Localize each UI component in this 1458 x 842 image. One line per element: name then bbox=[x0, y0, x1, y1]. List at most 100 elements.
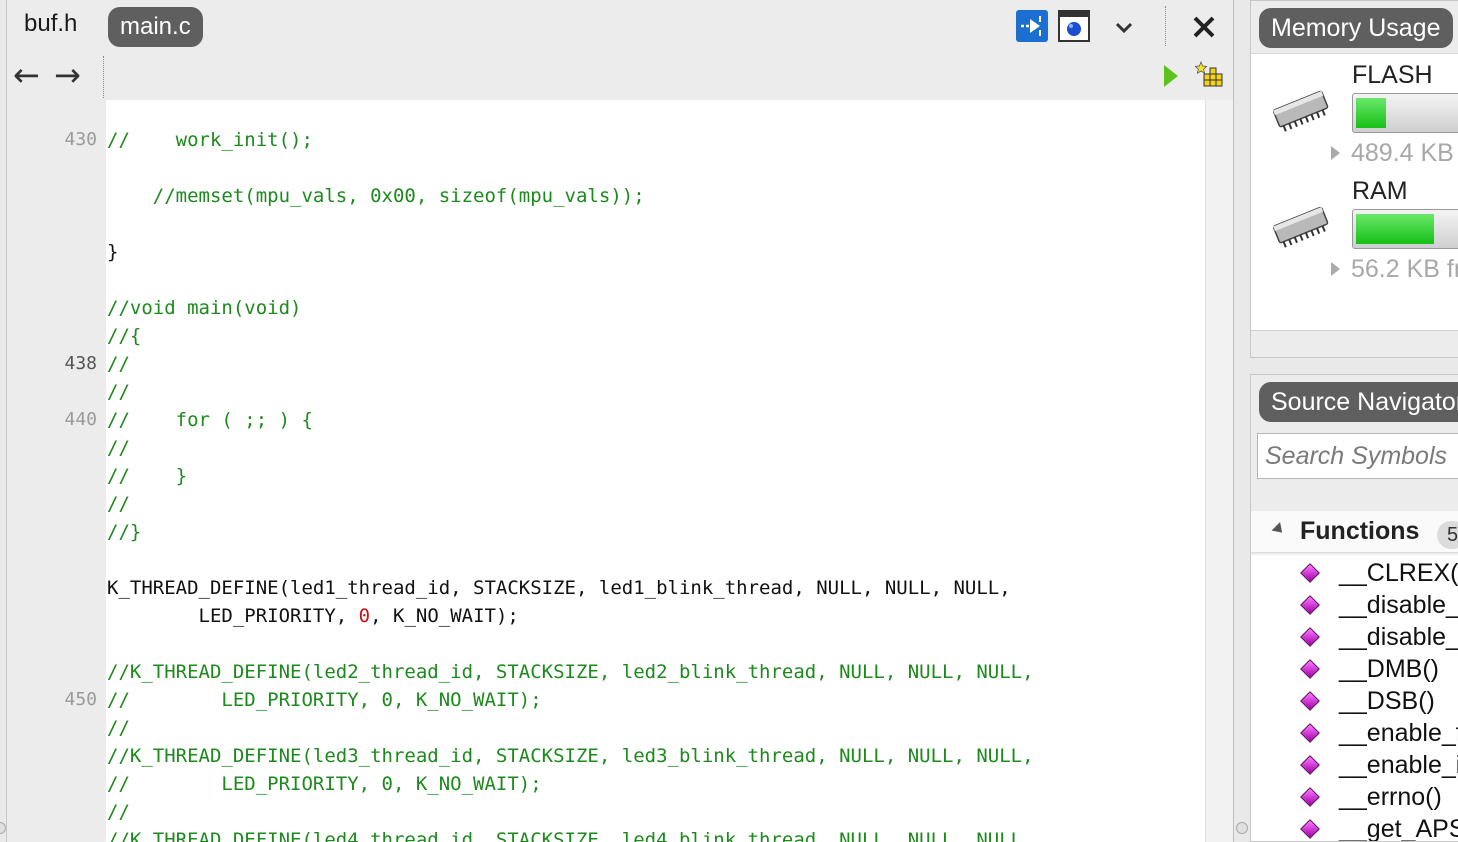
back-arrow-icon[interactable]: ← bbox=[13, 58, 40, 92]
code-line: //K_THREAD_DEFINE(led3_thread_id, STACKS… bbox=[7, 742, 1205, 770]
line-number: 440 bbox=[64, 409, 97, 430]
code-text: // } bbox=[107, 462, 187, 490]
function-label: __DSB() bbox=[1339, 686, 1435, 715]
line-number: 438 bbox=[64, 353, 97, 374]
code-line: // LED_PRIORITY, 0, K_NO_WAIT); bbox=[7, 770, 1205, 798]
flash-usage-bar bbox=[1352, 93, 1458, 133]
search-symbols-field[interactable] bbox=[1257, 433, 1458, 479]
ram-free-text: 56.2 KB free bbox=[1351, 255, 1458, 283]
navigation-bar: ← → bbox=[7, 52, 1233, 100]
tab-bar: buf.h main.c bbox=[7, 0, 1233, 52]
collapse-triangle-icon[interactable] bbox=[1271, 522, 1287, 537]
code-text: // for ( ;; ) { bbox=[107, 406, 313, 434]
flash-usage-fill bbox=[1356, 98, 1386, 128]
close-icon[interactable] bbox=[1188, 11, 1220, 43]
code-line: // bbox=[7, 714, 1205, 742]
code-text: // work_init(); bbox=[107, 126, 313, 154]
code-line: //K_THREAD_DEFINE(led2_thread_id, STACKS… bbox=[7, 658, 1205, 686]
search-symbols-input[interactable] bbox=[1258, 434, 1458, 478]
code-line: 440 // for ( ;; ) { bbox=[7, 406, 1205, 434]
breakpoint-window-icon[interactable] bbox=[1058, 10, 1090, 42]
code-line: LED_PRIORITY, 0, K_NO_WAIT); bbox=[7, 602, 1205, 630]
code-line: //memset(mpu_vals, 0x00, sizeof(mpu_vals… bbox=[7, 182, 1205, 210]
chevron-down-icon[interactable] bbox=[1108, 11, 1140, 43]
code-text: //K_THREAD_DEFINE(led2_thread_id, STACKS… bbox=[107, 658, 1034, 686]
code-text: K_THREAD_DEFINE(led1_thread_id, STACKSIZ… bbox=[107, 574, 1011, 602]
functions-section-title: Functions bbox=[1300, 517, 1420, 545]
function-item[interactable]: __get_APSR() bbox=[1300, 813, 1458, 841]
code-comment: //void main(void) bbox=[107, 297, 302, 319]
source-navigator-title[interactable]: Source Navigator bbox=[1259, 382, 1458, 422]
line-number: 430 bbox=[64, 129, 97, 150]
disclosure-triangle-icon[interactable] bbox=[1331, 262, 1340, 276]
chip-icon bbox=[1273, 90, 1329, 132]
code-comment: // for ( ;; ) { bbox=[107, 409, 313, 431]
code-line: // } bbox=[7, 462, 1205, 490]
code-text: // bbox=[107, 350, 130, 378]
function-diamond-icon bbox=[1300, 819, 1320, 839]
code-text: //void main(void) bbox=[107, 294, 301, 322]
flash-free-text: 489.4 KB free bbox=[1351, 139, 1458, 167]
code-text: // LED_PRIORITY, 0, K_NO_WAIT); bbox=[107, 770, 542, 798]
code-comment: // bbox=[107, 353, 130, 375]
code-comment: //K_THREAD_DEFINE(led3_thread_id, STACKS… bbox=[107, 745, 1034, 767]
memory-usage-body: FLASH 489.4 KB free RAM 56.2 KB free bbox=[1251, 53, 1458, 331]
function-item[interactable]: __enable_fault_irq() bbox=[1300, 717, 1458, 749]
line-number: 450 bbox=[64, 689, 97, 710]
code-line: // bbox=[7, 798, 1205, 826]
function-diamond-icon bbox=[1300, 787, 1320, 807]
code-comment: //{ bbox=[107, 325, 142, 347]
functions-section-header[interactable]: Functions 5 bbox=[1251, 511, 1458, 553]
code-text: // bbox=[107, 714, 130, 742]
memory-usage-title[interactable]: Memory Usage bbox=[1259, 8, 1453, 48]
code-number: 0 bbox=[358, 605, 371, 627]
source-navigator-panel: Source Navigator Functions 5 __CLREX()__… bbox=[1250, 374, 1458, 842]
code-text: //memset(mpu_vals, 0x00, sizeof(mpu_vals… bbox=[107, 182, 645, 210]
code-token: } bbox=[107, 241, 119, 263]
pane-resize-handle[interactable] bbox=[1236, 822, 1248, 834]
function-label: __enable_irq() bbox=[1339, 750, 1458, 779]
code-line: //{ bbox=[7, 322, 1205, 350]
code-text: } bbox=[107, 238, 118, 266]
code-comment: // LED_PRIORITY, 0, K_NO_WAIT); bbox=[107, 773, 542, 795]
tab-main-c[interactable]: main.c bbox=[108, 7, 203, 47]
code-line: //} bbox=[7, 518, 1205, 546]
step-into-icon[interactable] bbox=[1016, 10, 1048, 42]
play-icon[interactable] bbox=[1154, 60, 1186, 92]
code-comment: // bbox=[107, 381, 130, 403]
function-item[interactable]: __errno() bbox=[1300, 781, 1442, 813]
function-diamond-icon bbox=[1300, 627, 1320, 647]
code-comment: // bbox=[107, 717, 130, 739]
function-item[interactable]: __enable_irq() bbox=[1300, 749, 1458, 781]
function-label: __CLREX() bbox=[1339, 558, 1458, 587]
code-line: //void main(void) bbox=[7, 294, 1205, 322]
ram-usage-fill bbox=[1356, 214, 1434, 244]
function-item[interactable]: __DMB() bbox=[1300, 653, 1439, 685]
code-line: // bbox=[7, 378, 1205, 406]
function-item[interactable]: __DSB() bbox=[1300, 685, 1435, 717]
function-item[interactable]: __disable_irq() bbox=[1300, 621, 1458, 653]
code-editor[interactable]: 430 // work_init(); //memset(mpu_vals, 0x… bbox=[7, 100, 1205, 842]
code-token: K_THREAD_DEFINE(led1_thread_id, STACKSIZ… bbox=[107, 577, 1011, 599]
function-item[interactable]: __CLREX() bbox=[1300, 557, 1458, 589]
disclosure-triangle-icon[interactable] bbox=[1331, 146, 1340, 160]
code-comment: // bbox=[107, 437, 130, 459]
vertical-scrollbar[interactable] bbox=[1205, 100, 1233, 842]
function-diamond-icon bbox=[1300, 659, 1320, 679]
code-comment: //K_THREAD_DEFINE(led2_thread_id, STACKS… bbox=[107, 661, 1034, 683]
grid-star-icon[interactable] bbox=[1195, 60, 1227, 92]
tab-buf-h[interactable]: buf.h bbox=[24, 10, 77, 38]
code-token: , K_NO_WAIT); bbox=[370, 605, 519, 627]
function-diamond-icon bbox=[1300, 723, 1320, 743]
chip-icon bbox=[1273, 206, 1329, 248]
code-token: LED_PRIORITY, bbox=[107, 605, 359, 627]
forward-arrow-icon[interactable]: → bbox=[54, 58, 81, 92]
functions-list: __CLREX() __disable_fault_irq() __disable_… bbox=[1251, 555, 1458, 841]
nav-separator bbox=[103, 56, 104, 98]
function-diamond-icon bbox=[1300, 691, 1320, 711]
editor-pane: buf.h main.c ← → 430 // work_init(); //m… bbox=[6, 0, 1234, 842]
function-item[interactable]: __disable_fault_irq() bbox=[1300, 589, 1458, 621]
